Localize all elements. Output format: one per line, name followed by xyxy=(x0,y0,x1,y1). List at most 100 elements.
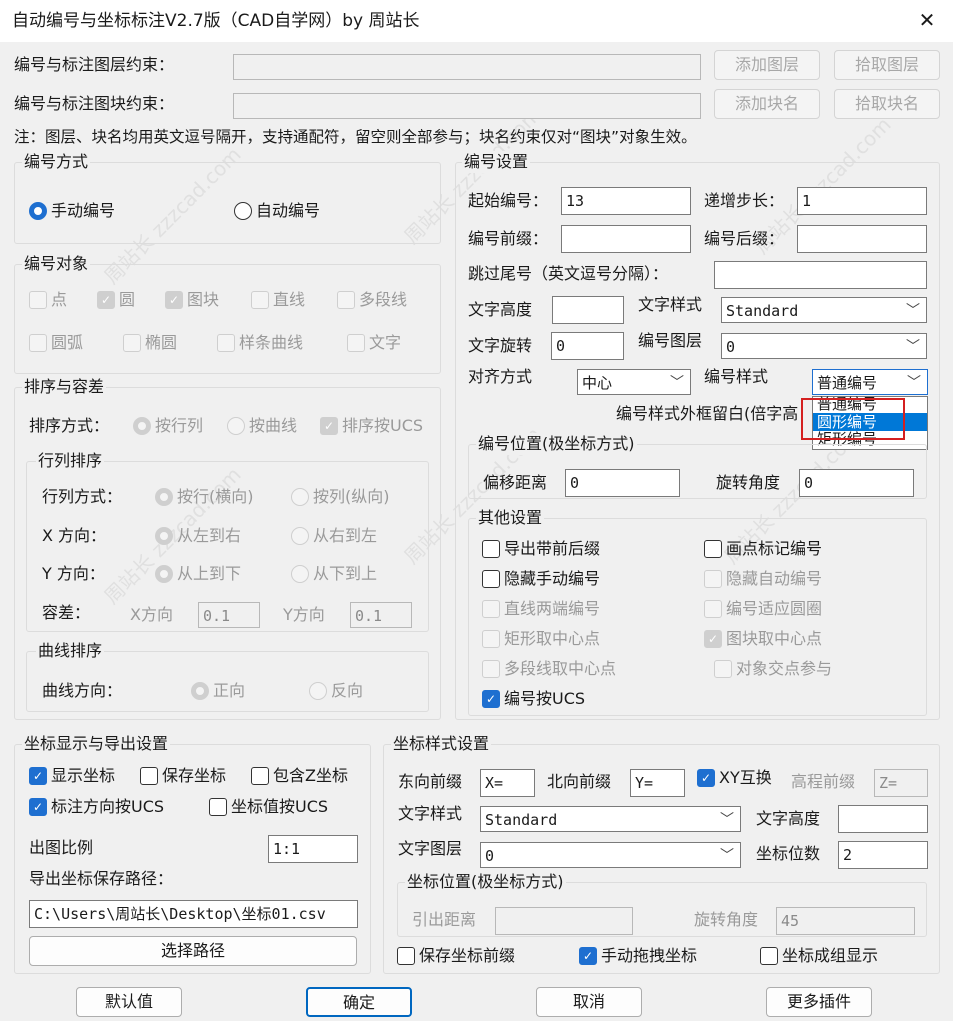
coord-text-style-select[interactable]: Standard ﹀ xyxy=(480,806,741,832)
object-ellipse-checkbox[interactable]: 椭圆 xyxy=(123,332,177,354)
lead-distance-input[interactable] xyxy=(495,907,633,935)
checkbox-label: 保存坐标前缀 xyxy=(419,946,516,965)
row-mode-radio[interactable]: 按行(横向) xyxy=(155,486,254,508)
tolerance-x-input[interactable]: 0.1 xyxy=(198,602,260,628)
check-icon: ✓ xyxy=(697,769,715,787)
start-number-input[interactable]: 13 xyxy=(561,187,691,215)
align-select[interactable]: 中心 ﹀ xyxy=(577,369,691,395)
numbering-style-select[interactable]: 普通编号 ﹀ xyxy=(812,369,928,395)
checkbox-label: 保存坐标 xyxy=(162,766,227,785)
fit-circle-checkbox[interactable]: 编号适应圆圈 xyxy=(704,598,822,620)
add-block-button[interactable]: 添加块名 xyxy=(714,89,820,119)
check-icon: ✓ xyxy=(97,291,115,309)
export-path-label: 导出坐标保存路径： xyxy=(29,869,174,888)
x-left-to-right-radio[interactable]: 从左到右 xyxy=(155,525,241,547)
north-prefix-input[interactable]: Y= xyxy=(630,769,685,797)
default-button[interactable]: 默认值 xyxy=(76,987,182,1017)
block-constraint-input[interactable] xyxy=(233,93,701,119)
text-rotation-input[interactable]: 0 xyxy=(551,332,624,360)
save-coord-checkbox[interactable]: 保存坐标 xyxy=(140,765,226,787)
manual-numbering-radio[interactable]: 手动编号 xyxy=(29,200,115,222)
y-top-to-bottom-radio[interactable]: 从上到下 xyxy=(155,563,241,585)
point-mark-checkbox[interactable]: 画点标记编号 xyxy=(704,538,822,560)
pick-block-button[interactable]: 拾取块名 xyxy=(834,89,940,119)
cancel-button[interactable]: 取消 xyxy=(536,987,642,1017)
xy-swap-checkbox[interactable]: ✓ XY互换 xyxy=(697,767,772,789)
export-path-input[interactable]: C:\Users\周站长\Desktop\坐标01.csv xyxy=(29,900,358,928)
auto-numbering-radio[interactable]: 自动编号 xyxy=(234,200,320,222)
object-spline-checkbox[interactable]: 样条曲线 xyxy=(217,332,303,354)
elevation-prefix-input[interactable]: Z= xyxy=(874,769,928,797)
rect-center-checkbox[interactable]: 矩形取中心点 xyxy=(482,628,600,650)
text-rotation-label: 文字旋转 xyxy=(468,336,533,355)
coord-digits-input[interactable]: 2 xyxy=(838,841,928,869)
curve-reverse-radio[interactable]: 反向 xyxy=(309,680,363,702)
col-mode-radio[interactable]: 按列(纵向) xyxy=(291,486,390,508)
skip-input[interactable] xyxy=(714,261,927,289)
step-input[interactable]: 1 xyxy=(797,187,927,215)
numbering-layer-select[interactable]: 0 ﹀ xyxy=(721,333,927,359)
rotation-input[interactable]: 0 xyxy=(799,469,914,497)
close-icon[interactable]: ✕ xyxy=(912,8,942,32)
checkbox-icon xyxy=(704,540,722,558)
sort-by-ucs-checkbox[interactable]: ✓ 排序按UCS xyxy=(320,415,423,437)
object-text-checkbox[interactable]: 文字 xyxy=(347,332,401,354)
east-prefix-input[interactable]: X= xyxy=(480,769,535,797)
offset-input[interactable]: 0 xyxy=(565,469,680,497)
checkbox-label: 隐藏手动编号 xyxy=(504,569,601,588)
east-prefix-label: 东向前缀 xyxy=(398,772,463,791)
hide-auto-checkbox[interactable]: 隐藏自动编号 xyxy=(704,568,822,590)
y-bottom-to-top-radio[interactable]: 从下到上 xyxy=(291,563,377,585)
dir-ucs-checkbox[interactable]: ✓ 标注方向按UCS xyxy=(29,796,164,818)
object-block-checkbox[interactable]: ✓ 图块 xyxy=(165,289,219,311)
radio-icon xyxy=(291,565,309,583)
line-ends-checkbox[interactable]: 直线两端编号 xyxy=(482,598,600,620)
text-height-input[interactable] xyxy=(552,296,624,324)
choose-path-button[interactable]: 选择路径 xyxy=(29,936,357,966)
hide-manual-checkbox[interactable]: 隐藏手动编号 xyxy=(482,568,600,590)
checkbox-label: 多段线取中心点 xyxy=(504,659,617,678)
ok-button[interactable]: 确定 xyxy=(306,987,412,1017)
include-z-checkbox[interactable]: 包含Z坐标 xyxy=(251,765,348,787)
coord-text-height-input[interactable] xyxy=(838,805,928,833)
checkbox-icon xyxy=(140,767,158,785)
text-style-select[interactable]: Standard ﹀ xyxy=(721,297,927,323)
value-ucs-checkbox[interactable]: 坐标值按UCS xyxy=(209,796,328,818)
add-layer-button[interactable]: 添加图层 xyxy=(714,50,820,80)
sort-by-row-radio[interactable]: 按行列 xyxy=(133,415,203,437)
coord-digits-label: 坐标位数 xyxy=(756,844,821,863)
suffix-input[interactable] xyxy=(797,225,927,253)
grouped-display-checkbox[interactable]: 坐标成组显示 xyxy=(760,945,878,967)
coord-text-layer-select[interactable]: 0 ﹀ xyxy=(480,842,741,868)
coord-text-layer-label: 文字图层 xyxy=(398,839,463,858)
polyline-center-checkbox[interactable]: 多段线取中心点 xyxy=(482,658,616,680)
show-coord-checkbox[interactable]: ✓ 显示坐标 xyxy=(29,765,115,787)
object-circle-checkbox[interactable]: ✓ 圆 xyxy=(97,289,135,311)
x-right-to-left-radio[interactable]: 从右到左 xyxy=(291,525,377,547)
pick-layer-button[interactable]: 拾取图层 xyxy=(834,50,940,80)
numbering-ucs-checkbox[interactable]: ✓ 编号按UCS xyxy=(482,688,585,710)
scale-input[interactable]: 1:1 xyxy=(268,835,358,863)
checkbox-icon xyxy=(397,947,415,965)
north-prefix-label: 北向前缀 xyxy=(547,772,612,791)
object-point-checkbox[interactable]: 点 xyxy=(29,289,67,311)
layer-constraint-input[interactable] xyxy=(233,54,701,80)
more-plugins-button[interactable]: 更多插件 xyxy=(766,987,872,1017)
coord-rotation-input[interactable]: 45 xyxy=(776,907,915,935)
object-line-checkbox[interactable]: 直线 xyxy=(251,289,305,311)
intersection-checkbox[interactable]: 对象交点参与 xyxy=(714,658,832,680)
radio-label: 正向 xyxy=(213,681,246,700)
checkbox-icon xyxy=(704,600,722,618)
sort-by-curve-radio[interactable]: 按曲线 xyxy=(227,415,297,437)
manual-drag-checkbox[interactable]: ✓ 手动拖拽坐标 xyxy=(579,945,697,967)
object-polyline-checkbox[interactable]: 多段线 xyxy=(337,289,407,311)
export-affix-checkbox[interactable]: 导出带前后缀 xyxy=(482,538,600,560)
save-prefix-checkbox[interactable]: 保存坐标前缀 xyxy=(397,945,515,967)
select-value: 普通编号 xyxy=(817,374,878,392)
block-center-checkbox[interactable]: ✓ 图块取中心点 xyxy=(704,628,822,650)
select-value: Standard xyxy=(726,302,799,320)
object-arc-checkbox[interactable]: 圆弧 xyxy=(29,332,83,354)
tolerance-y-input[interactable]: 0.1 xyxy=(350,602,412,628)
curve-forward-radio[interactable]: 正向 xyxy=(191,680,245,702)
prefix-input[interactable] xyxy=(561,225,691,253)
